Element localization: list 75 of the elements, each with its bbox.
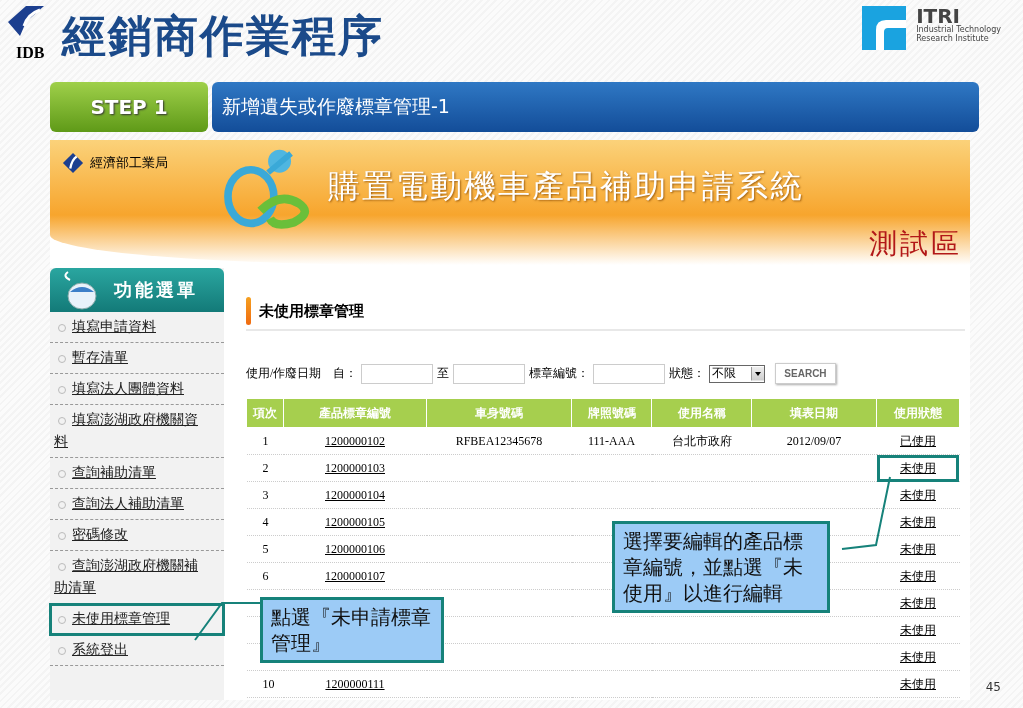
callout-box: 選擇要編輯的產品標章編號，並點選『未使用』以進行編輯 <box>612 521 830 613</box>
column-header: 產品標章編號 <box>283 398 427 428</box>
status-link[interactable]: 未使用 <box>880 592 956 614</box>
status-dropdown[interactable]: 不限 <box>709 364 766 383</box>
table-cell: 5 <box>262 541 269 556</box>
agency-name: 經濟部工業局 <box>90 154 168 172</box>
heading-marker-icon <box>246 297 251 325</box>
table-cell: RFBEA12345678 <box>455 433 543 448</box>
column-header: 使用名稱 <box>651 398 752 428</box>
status-link[interactable]: 未使用 <box>880 646 956 668</box>
test-zone-label: 測試區 <box>869 226 962 262</box>
table-cell: 10 <box>262 676 275 691</box>
page-number: 45 <box>985 680 1001 694</box>
agency-logo-icon <box>62 152 84 174</box>
menu-item[interactable]: 查詢補助清單 <box>50 458 224 489</box>
table-cell: 台北市政府 <box>671 433 732 448</box>
menu-item[interactable]: 填寫申請資料 <box>50 312 224 343</box>
code-link[interactable]: 1200000107 <box>325 568 385 583</box>
menu-item[interactable]: 填寫澎湖政府機關資料 <box>50 405 224 458</box>
menu-item[interactable]: 未使用標章管理 <box>50 604 224 635</box>
status-link[interactable]: 未使用 <box>880 673 956 695</box>
menu-title: 功能選單 <box>114 279 198 302</box>
filter-label: 自： <box>333 365 358 382</box>
filter-label: 使用/作廢日期 <box>246 365 322 382</box>
menu-item[interactable]: 填寫法人團體資料 <box>50 374 224 405</box>
status-link[interactable]: 未使用 <box>880 538 956 560</box>
status-link[interactable]: 已使用 <box>880 430 956 452</box>
table-cell: 1 <box>262 433 269 448</box>
status-link[interactable]: 未使用 <box>880 511 956 533</box>
table-cell: 2 <box>262 460 269 475</box>
status-link[interactable]: 未使用 <box>880 484 956 506</box>
code-link[interactable]: 1200000111 <box>325 676 385 691</box>
page-heading: 未使用標章管理 <box>259 301 364 321</box>
step-title-bar: 新增遺失或作廢標章管理-1 <box>212 82 979 132</box>
filter-label: 狀態： <box>669 365 706 382</box>
menu-item[interactable]: 查詢澎湖政府機關補助清單 <box>50 551 224 604</box>
code-link[interactable]: 1200000105 <box>325 514 385 529</box>
column-header: 車身號碼 <box>426 398 572 428</box>
status-link[interactable]: 未使用 <box>880 565 956 587</box>
code-link[interactable]: 1200000102 <box>325 433 385 448</box>
code-field[interactable] <box>593 363 666 384</box>
itri-subtitle: Industrial Technology <box>916 26 1001 35</box>
table-cell: 3 <box>262 487 269 502</box>
menu-item[interactable]: 查詢法人補助清單 <box>50 489 224 520</box>
itri-logo-icon <box>862 6 907 50</box>
idb-logo-icon <box>6 4 46 38</box>
column-header: 項次 <box>246 398 284 428</box>
logo-text: IDB <box>16 44 45 62</box>
search-button[interactable]: SEARCH <box>775 363 836 384</box>
step-label: STEP 1 <box>50 82 208 132</box>
status-link[interactable]: 未使用 <box>880 619 956 641</box>
column-header: 牌照號碼 <box>571 398 652 428</box>
table-cell: 2012/09/07 <box>786 433 842 448</box>
table-cell: 4 <box>262 514 269 529</box>
menu-item[interactable]: 密碼修改 <box>50 520 224 551</box>
status-link[interactable]: 未使用 <box>880 457 956 479</box>
date-to-field[interactable] <box>453 363 526 384</box>
leader-line <box>194 602 263 641</box>
column-header: 使用狀態 <box>876 398 960 428</box>
column-header: 填表日期 <box>751 398 877 428</box>
code-link[interactable]: 1200000106 <box>325 541 385 556</box>
system-title: 購置電動機車產品補助申請系統 <box>328 166 804 207</box>
table-cell: 111-AAA <box>587 433 636 448</box>
date-from-field[interactable] <box>361 363 434 384</box>
slide-title: 經銷商作業程序 <box>62 10 384 63</box>
itri-subtitle: Research Institute <box>916 34 989 44</box>
table-cell: 6 <box>262 568 269 583</box>
menu-item[interactable]: 系統登出 <box>50 635 224 666</box>
filter-label: 標章編號： <box>529 365 590 382</box>
menu-item[interactable]: 暫存清單 <box>50 343 224 374</box>
code-link[interactable]: 1200000104 <box>325 487 385 502</box>
filter-label: 至 <box>437 365 450 382</box>
callout-box: 點選『未申請標章管理』 <box>260 597 444 663</box>
itri-name: ITRI <box>916 6 961 26</box>
code-link[interactable]: 1200000103 <box>325 460 385 475</box>
